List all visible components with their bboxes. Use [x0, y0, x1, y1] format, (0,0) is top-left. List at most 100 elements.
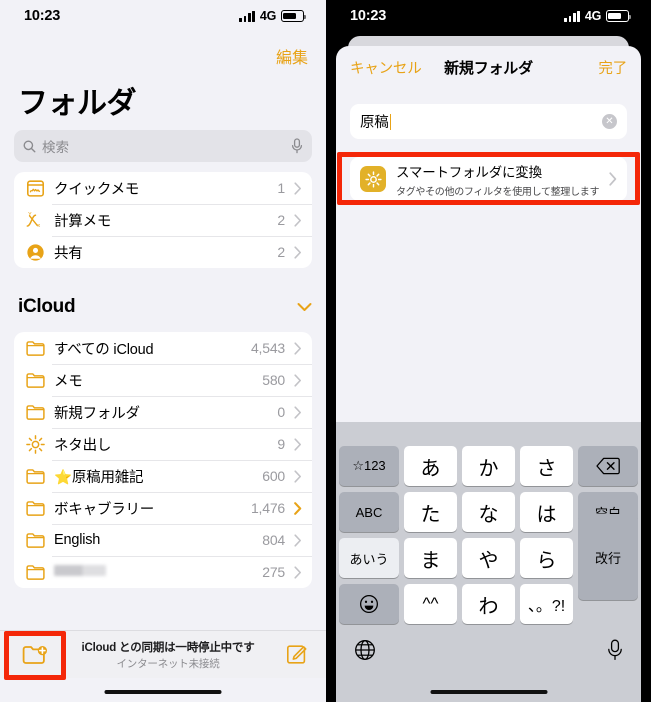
- key-は[interactable]: は: [520, 492, 573, 532]
- status-bar-left: 10:23 4G: [0, 0, 326, 32]
- row-count: 1,476: [250, 500, 285, 516]
- row-disclosure[interactable]: [290, 181, 306, 195]
- battery-icon: [281, 10, 307, 22]
- search-placeholder: 検索: [42, 140, 69, 155]
- row-disclosure[interactable]: [290, 405, 306, 419]
- signal-strength-icon: [564, 10, 580, 22]
- icloud-folder-row[interactable]: English 804: [14, 524, 312, 556]
- quick-note-icon: [26, 179, 44, 197]
- key-、。?![interactable]: 、。?!: [520, 584, 573, 624]
- key-return[interactable]: 改行: [578, 514, 638, 600]
- globe-key[interactable]: [354, 639, 376, 666]
- row-count: 275: [262, 564, 285, 580]
- key-や[interactable]: や: [462, 538, 515, 578]
- special-folder-row[interactable]: Yx 計算メモ 2: [14, 204, 312, 236]
- emoji-icon: [360, 595, 378, 613]
- folder-name-input[interactable]: 原稿 ✕: [350, 104, 627, 139]
- icloud-folder-row[interactable]: ⭐原稿用雑記 600: [14, 460, 312, 492]
- key-か[interactable]: か: [462, 446, 515, 486]
- edit-button[interactable]: 編集: [276, 44, 308, 68]
- key-た[interactable]: た: [404, 492, 457, 532]
- chevron-down-icon[interactable]: [297, 302, 312, 312]
- gear-icon: [360, 166, 386, 192]
- icloud-folder-row[interactable]: 新規フォルダ 0: [14, 396, 312, 428]
- sheet-title: 新規フォルダ: [444, 59, 533, 77]
- row-disclosure[interactable]: [290, 501, 306, 515]
- japanese-keyboard: ☆123 あかさ ABC たなは空白 あいうまやら ^^ わ、。?! 改行: [336, 422, 641, 702]
- signal-strength-icon: [239, 10, 255, 22]
- row-label: 共有: [54, 245, 83, 262]
- row-icon-wrap: [24, 465, 46, 487]
- special-folder-row[interactable]: クイックメモ 1: [14, 172, 312, 204]
- convert-to-smart-folder-row[interactable]: スマートフォルダに変換 タグやその他のフィルタを使用して整理します: [350, 157, 627, 201]
- row-disclosure[interactable]: [290, 437, 306, 451]
- key-さ[interactable]: さ: [520, 446, 573, 486]
- icloud-folder-row[interactable]: すべての iCloud 4,543: [14, 332, 312, 364]
- row-label: 新規フォルダ: [54, 405, 140, 422]
- math-notes-icon: Yx: [26, 211, 40, 228]
- folder-icon: [25, 372, 45, 388]
- status-indicators: 4G: [239, 9, 307, 23]
- row-disclosure[interactable]: [290, 565, 306, 579]
- row-count: 9: [277, 436, 285, 452]
- status-bar-right: 10:23 4G: [326, 0, 651, 32]
- network-type-label: 4G: [259, 9, 276, 23]
- row-label: クイックメモ: [54, 181, 140, 198]
- chevron-right-icon: [294, 437, 301, 451]
- row-disclosure[interactable]: [290, 373, 306, 387]
- screenshot-root: 10:23 4G 編集 フォルダ 検索 クイックメモ 1 Yx 計算メモ 2 共有 2: [0, 0, 651, 702]
- row-label: English: [54, 532, 101, 548]
- compose-note-button[interactable]: [282, 641, 310, 669]
- icloud-section-header[interactable]: iCloud: [18, 296, 312, 318]
- smart-folder-title: スマートフォルダに変換: [396, 164, 542, 180]
- home-indicator-right: [430, 689, 547, 694]
- page-title: フォルダ: [18, 87, 137, 120]
- key-emoji[interactable]: [339, 584, 399, 624]
- row-icon-wrap: [24, 561, 46, 583]
- key-ま[interactable]: ま: [404, 538, 457, 578]
- row-count: 4,543: [250, 340, 285, 356]
- search-input[interactable]: 検索: [14, 130, 312, 162]
- microphone-icon[interactable]: [291, 138, 303, 154]
- sheet-navigation-bar: キャンセル 新規フォルダ 完了: [336, 46, 641, 88]
- key-delete[interactable]: [578, 446, 638, 486]
- row-label: ボキャブラリー: [54, 501, 155, 518]
- chevron-right-icon: [294, 341, 301, 355]
- folder-icon: [25, 532, 45, 548]
- icloud-folder-row[interactable]: ボキャブラリー 1,476: [14, 492, 312, 524]
- shared-person-icon: [26, 243, 44, 261]
- key-な[interactable]: な: [462, 492, 515, 532]
- dictation-key[interactable]: [607, 639, 623, 666]
- icloud-folder-row[interactable]: 275: [14, 556, 312, 588]
- chevron-right-icon: [294, 181, 301, 195]
- chevron-right-icon: [294, 501, 302, 515]
- smart-folder-texts: スマートフォルダに変換 タグやその他のフィルタを使用して整理します: [396, 161, 600, 198]
- key-☆123[interactable]: ☆123: [339, 446, 399, 486]
- row-disclosure[interactable]: [290, 245, 306, 259]
- home-indicator-left: [104, 689, 222, 694]
- special-folder-row[interactable]: 共有 2: [14, 236, 312, 268]
- compose-icon: [286, 645, 306, 664]
- key-ABC[interactable]: ABC: [339, 492, 399, 532]
- row-disclosure[interactable]: [290, 469, 306, 483]
- row-disclosure[interactable]: [290, 341, 306, 355]
- icloud-folder-row[interactable]: メモ 580: [14, 364, 312, 396]
- network-type-label: 4G: [584, 9, 601, 23]
- key-わ[interactable]: わ: [462, 584, 515, 624]
- icloud-folder-row[interactable]: ネタ出し 9: [14, 428, 312, 460]
- right-phone-panel: 10:23 4G キャンセル 新規フォルダ 完了 原稿 ✕ スマートフォルダに変…: [326, 0, 651, 702]
- special-folders-list: クイックメモ 1 Yx 計算メモ 2 共有 2: [14, 172, 312, 268]
- row-disclosure[interactable]: [290, 533, 306, 547]
- new-folder-button[interactable]: [16, 638, 54, 672]
- key-あ[interactable]: あ: [404, 446, 457, 486]
- key-^^[interactable]: ^^: [404, 584, 457, 624]
- row-icon-wrap: [24, 241, 46, 263]
- new-folder-sheet: キャンセル 新規フォルダ 完了 原稿 ✕ スマートフォルダに変換 タグやその他の…: [336, 46, 641, 702]
- key-ら[interactable]: ら: [520, 538, 573, 578]
- clear-text-icon[interactable]: ✕: [602, 114, 617, 129]
- row-count: 2: [277, 244, 285, 260]
- key-あいう[interactable]: あいう: [339, 538, 399, 578]
- globe-icon: [355, 639, 375, 660]
- status-indicators: 4G: [564, 9, 632, 23]
- row-disclosure[interactable]: [290, 213, 306, 227]
